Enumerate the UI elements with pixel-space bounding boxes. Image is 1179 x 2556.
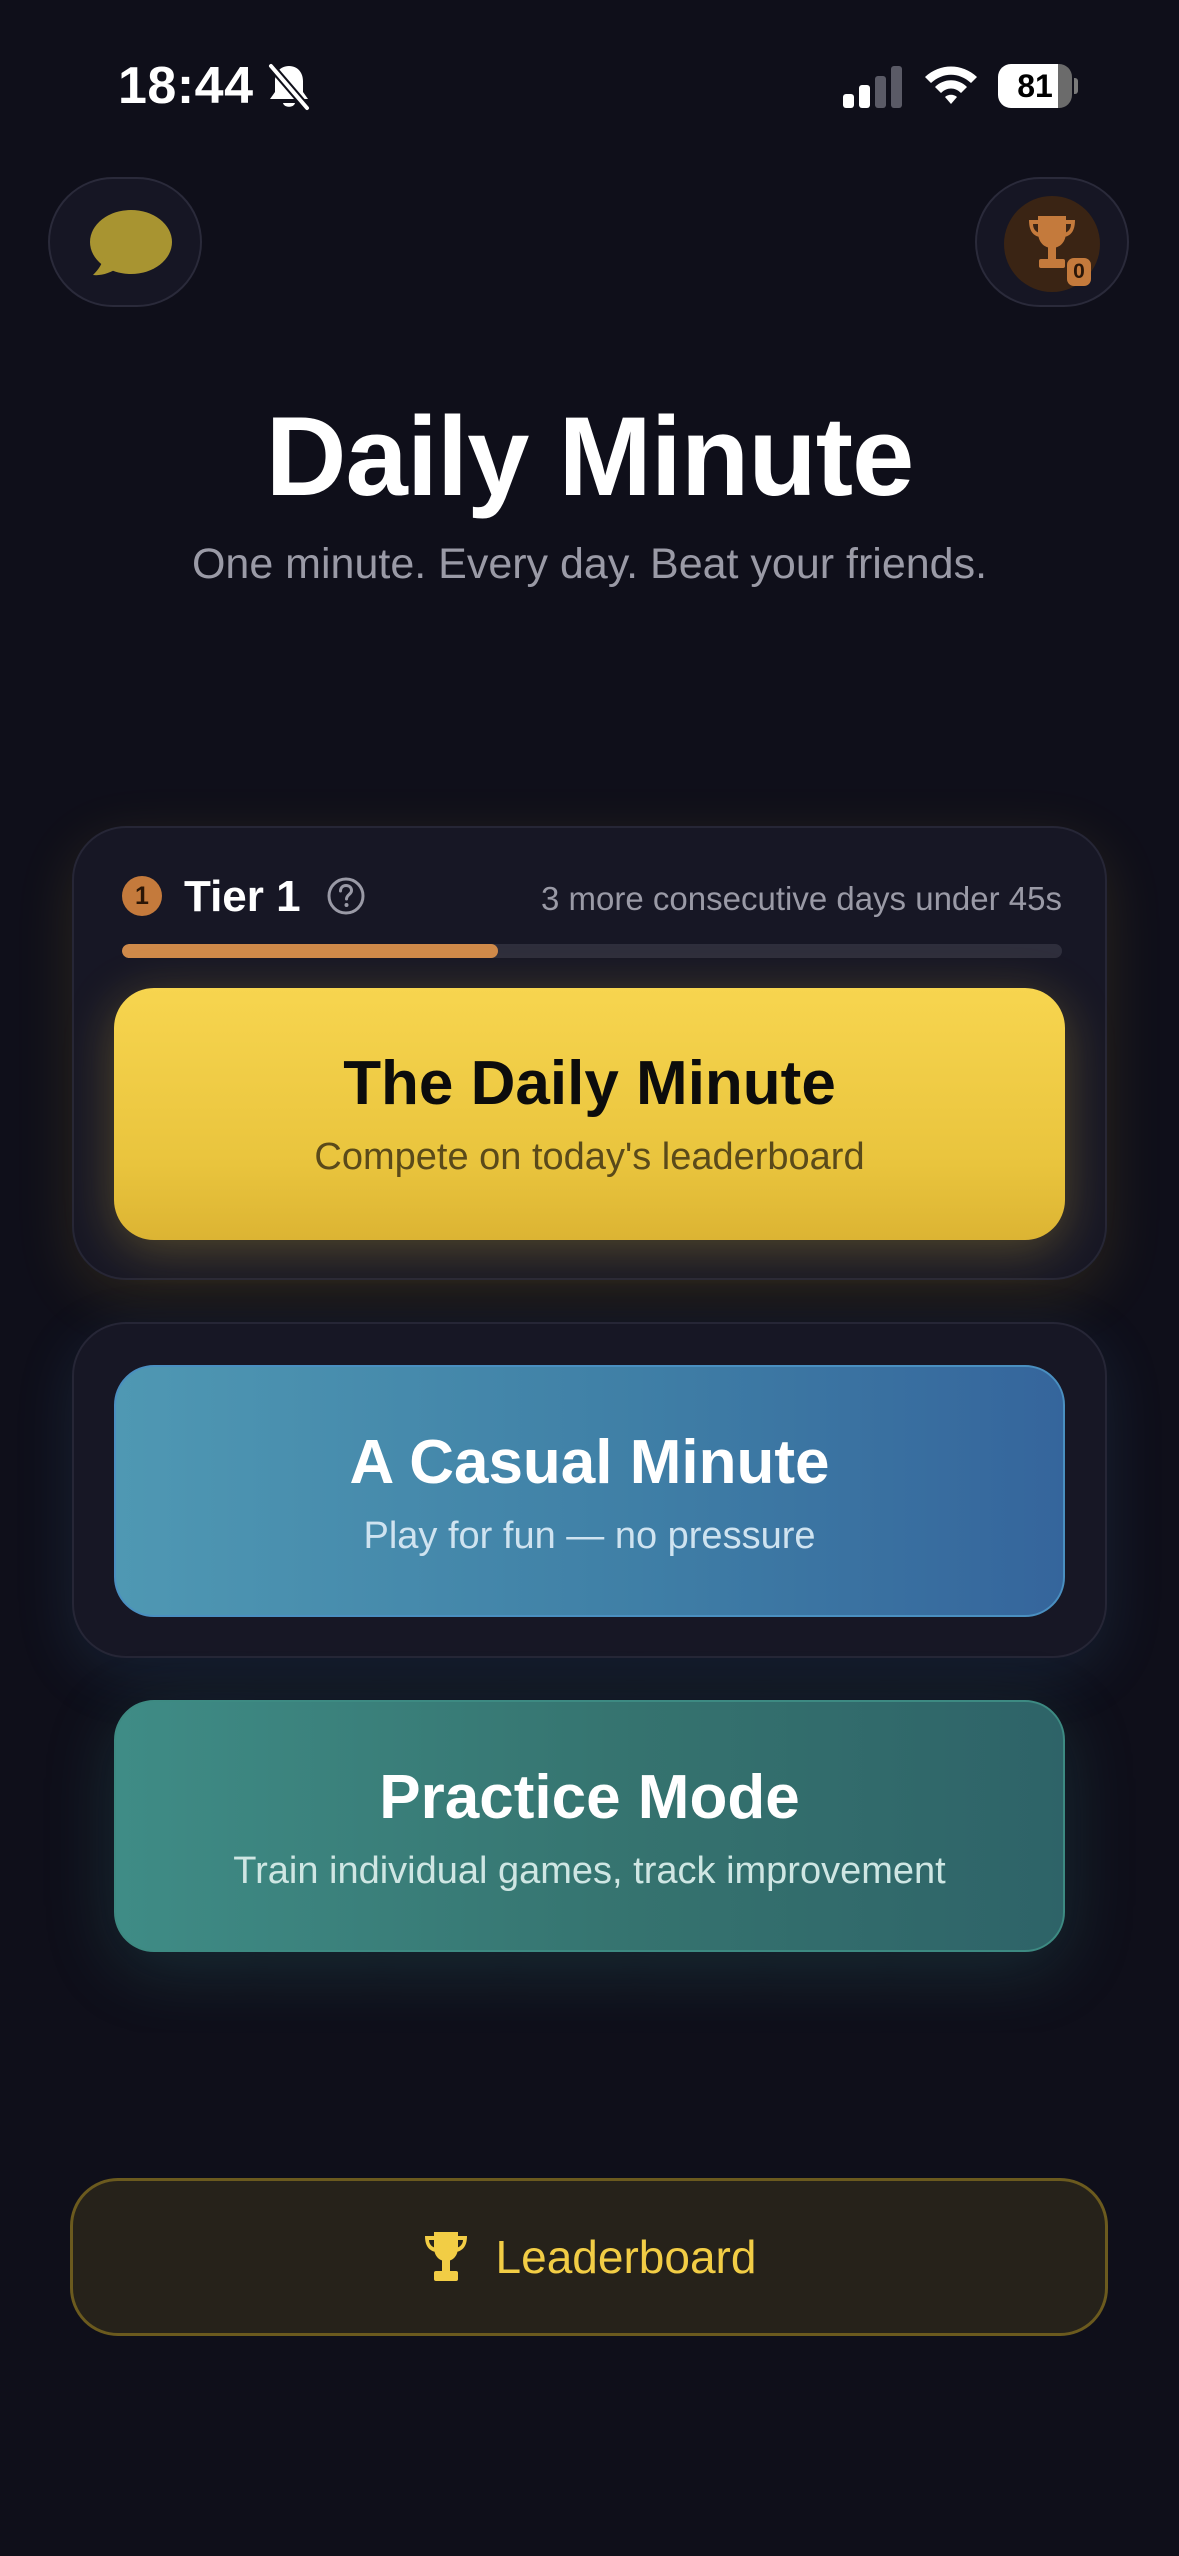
- battery-indicator: 81: [998, 64, 1078, 108]
- daily-minute-subtitle: Compete on today's leaderboard: [314, 1136, 865, 1178]
- chat-bubble-icon: [90, 210, 172, 276]
- battery-level: 81: [998, 64, 1072, 108]
- tier-progress-bar: [122, 944, 1062, 958]
- status-time: 18:44: [118, 57, 254, 115]
- practice-mode-subtitle: Train individual games, track improvemen…: [233, 1850, 946, 1892]
- tier-progress-fill: [122, 944, 498, 958]
- page-subtitle: One minute. Every day. Beat your friends…: [191, 540, 988, 588]
- tier-progress-text: 3 more consecutive days under 45s: [541, 880, 1062, 917]
- trophy-icon: [424, 2232, 467, 2281]
- help-icon[interactable]: [326, 876, 366, 916]
- chat-button[interactable]: [48, 177, 202, 307]
- casual-minute-button[interactable]: A Casual Minute Play for fun — no pressu…: [114, 1365, 1065, 1617]
- tier-label: Tier 1: [184, 872, 301, 921]
- practice-mode-button[interactable]: Practice Mode Train individual games, tr…: [114, 1700, 1065, 1952]
- achievements-button[interactable]: 0: [975, 177, 1129, 307]
- practice-mode-title: Practice Mode: [379, 1763, 800, 1832]
- trophy-count-badge: 0: [1067, 258, 1091, 286]
- tier-row: 1 Tier 1 3 more consecutive days under 4…: [122, 870, 1062, 921]
- daily-minute-title: The Daily Minute: [343, 1049, 836, 1118]
- page-title: Daily Minute: [265, 394, 915, 519]
- wifi-icon: [925, 66, 977, 104]
- casual-minute-title: A Casual Minute: [349, 1428, 830, 1497]
- cellular-signal-icon: [843, 66, 902, 108]
- trophy-avatar: 0: [1004, 196, 1100, 292]
- tier-badge: 1: [122, 876, 162, 916]
- bell-slash-icon: [267, 63, 311, 111]
- leaderboard-label: Leaderboard: [495, 2231, 757, 2283]
- casual-minute-subtitle: Play for fun — no pressure: [363, 1515, 816, 1557]
- leaderboard-content: Leaderboard: [73, 2181, 1105, 2333]
- leaderboard-button[interactable]: Leaderboard: [70, 2178, 1108, 2336]
- battery-tip: [1074, 78, 1078, 94]
- daily-minute-button[interactable]: The Daily Minute Compete on today's lead…: [114, 988, 1065, 1240]
- status-bar: 18:44 81: [0, 0, 1179, 170]
